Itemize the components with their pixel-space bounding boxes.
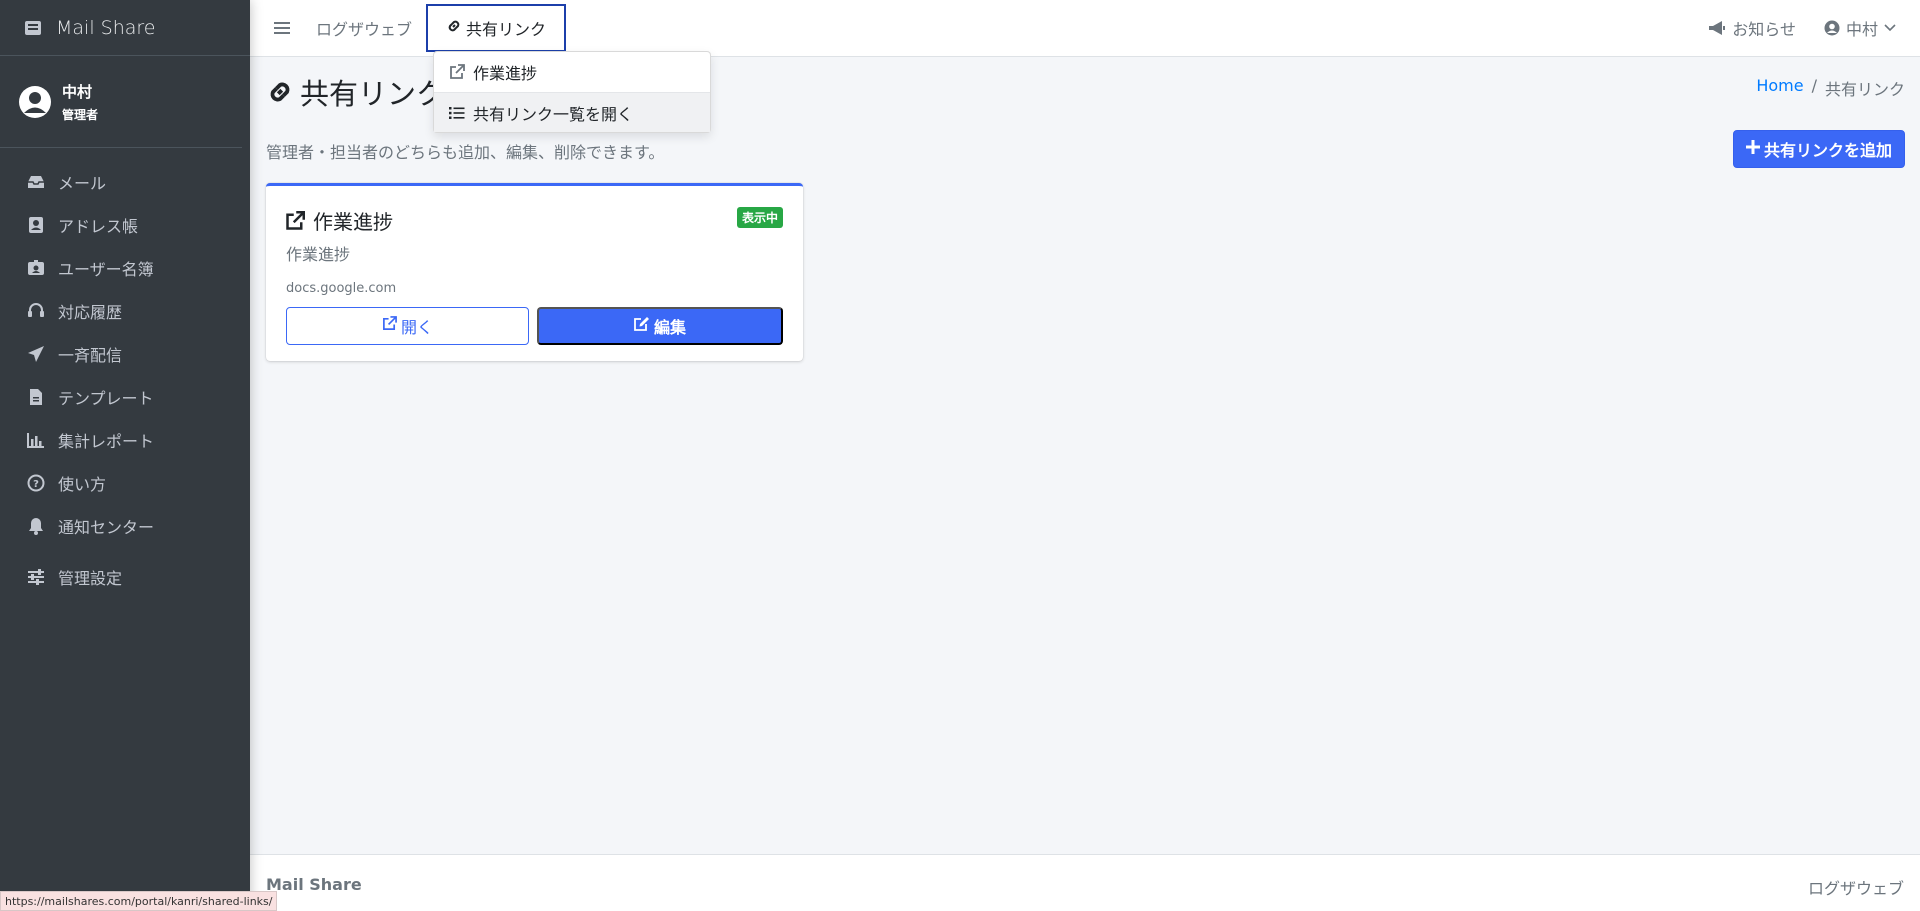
sidebar-item-label: 管理設定: [58, 568, 123, 588]
sidebar-item-label: 一斉配信: [58, 345, 123, 365]
nav-link-label: 共有リンク: [466, 20, 547, 39]
question-circle-icon: ?: [26, 473, 46, 493]
bell-icon: [26, 516, 46, 536]
sidebar-item-howto[interactable]: ? 使い方: [0, 461, 250, 504]
topbar: ログザウェブ 共有リンク お知らせ 中村: [250, 0, 1920, 57]
sidebar-item-address-book[interactable]: アドレス帳: [0, 203, 250, 246]
sidebar: Mail Share 中村 管理者 メール アドレス帳 ユーザー名簿 対応履歴: [0, 0, 250, 911]
sidebar-item-label: 通知センター: [58, 517, 155, 537]
footer-link[interactable]: ログザウェブ: [1808, 875, 1904, 899]
user-circle-icon: [1824, 20, 1840, 36]
card-url: docs.google.com: [286, 281, 397, 296]
card-subtitle: 作業進捗: [286, 245, 351, 264]
breadcrumb-current: 共有リンク: [1824, 80, 1905, 99]
card-title-text: 作業進捗: [313, 210, 393, 234]
user-role: 管理者: [62, 107, 99, 122]
paper-plane-icon: [26, 344, 46, 364]
breadcrumb: Home / 共有リンク: [1756, 76, 1905, 100]
add-button-label: 共有リンクを追加: [1763, 143, 1892, 160]
plus-icon: [1745, 139, 1760, 159]
page-description: 管理者・担当者のどちらも追加、編集、削除できます。: [266, 143, 665, 162]
sliders-icon: [26, 567, 46, 587]
nav-link-logtheweb[interactable]: ログザウェブ: [302, 16, 426, 40]
card-title: 作業進捗: [285, 206, 393, 235]
footer-brand: Mail Share: [266, 875, 362, 894]
breadcrumb-home[interactable]: Home: [1756, 76, 1803, 100]
sidebar-item-label: 使い方: [58, 474, 107, 494]
user-circle-icon: [18, 85, 52, 119]
file-icon: [26, 387, 46, 407]
external-link-icon: [285, 210, 305, 231]
user-panel[interactable]: 中村 管理者: [0, 56, 242, 148]
sidebar-item-report[interactable]: 集計レポート: [0, 418, 250, 461]
sidebar-item-history[interactable]: 対応履歴: [0, 289, 250, 332]
link-icon: [266, 78, 294, 106]
external-link-icon: [449, 64, 465, 80]
user-menu[interactable]: 中村: [1824, 16, 1896, 40]
id-badge-icon: [26, 258, 46, 278]
brand-name: Mail Share: [56, 16, 156, 39]
mail-box-icon: [22, 17, 44, 39]
page-title: 共有リンク: [266, 71, 445, 113]
headset-icon: [26, 301, 46, 321]
inbox-icon: [26, 172, 46, 192]
sidebar-item-label: ユーザー名簿: [58, 259, 154, 279]
dropdown-item-open-list[interactable]: 共有リンク一覧を開く: [434, 92, 710, 132]
external-link-icon: [382, 316, 397, 336]
sidebar-item-label: 対応履歴: [58, 302, 123, 322]
edit-icon: [634, 316, 650, 336]
sidebar-item-broadcast[interactable]: 一斉配信: [0, 332, 250, 375]
sidebar-item-label: アドレス帳: [58, 216, 139, 236]
status-bar-url: https://mailshares.com/portal/kanri/shar…: [0, 891, 278, 911]
sidebar-item-admin-settings[interactable]: 管理設定: [0, 555, 250, 598]
footer: Mail Share ログザウェブ: [250, 854, 1920, 911]
dropdown-item-label: 作業進捗: [473, 64, 538, 83]
status-badge: 表示中: [736, 207, 783, 228]
edit-link-button[interactable]: 編集: [537, 307, 783, 345]
chart-bar-icon: [26, 430, 46, 450]
hamburger-menu-icon[interactable]: [262, 21, 302, 35]
main-content: 共有リンク Home / 共有リンク 管理者・担当者のどちらも追加、編集、削除で…: [250, 57, 1920, 854]
svg-text:?: ?: [33, 479, 39, 490]
user-menu-label: 中村: [1845, 20, 1878, 39]
nav-link-shared-links[interactable]: 共有リンク: [426, 4, 567, 52]
chevron-down-icon: [1884, 24, 1896, 32]
list-icon: [449, 106, 465, 120]
sidebar-item-label: メール: [58, 173, 107, 193]
megaphone-icon: [1708, 20, 1726, 36]
user-name: 中村: [62, 82, 93, 101]
open-link-button[interactable]: 開く: [286, 307, 529, 345]
dropdown-item-label: 共有リンク一覧を開く: [473, 104, 634, 124]
dropdown-item-progress[interactable]: 作業進捗: [434, 52, 710, 92]
sidebar-item-template[interactable]: テンプレート: [0, 375, 250, 418]
add-shared-link-button[interactable]: 共有リンクを追加: [1732, 130, 1905, 168]
sidebar-item-label: 集計レポート: [58, 431, 155, 451]
shared-links-dropdown: 作業進捗 共有リンク一覧を開く: [433, 51, 711, 133]
address-book-icon: [26, 215, 46, 235]
sidebar-item-user-roster[interactable]: ユーザー名簿: [0, 246, 250, 289]
sidebar-item-label: テンプレート: [58, 388, 154, 408]
edit-button-label: 編集: [653, 320, 686, 337]
notice-button[interactable]: お知らせ: [1708, 16, 1796, 40]
link-icon: [446, 18, 462, 38]
breadcrumb-separator: /: [1811, 76, 1817, 95]
sidebar-nav: メール アドレス帳 ユーザー名簿 対応履歴 一斉配信 テンプレート 集計レポート…: [0, 148, 250, 598]
open-button-label: 開く: [400, 320, 433, 337]
sidebar-item-mail[interactable]: メール: [0, 160, 250, 203]
brand[interactable]: Mail Share: [0, 0, 250, 56]
top-right-menu: お知らせ 中村: [1708, 16, 1896, 40]
notice-label: お知らせ: [1732, 20, 1796, 39]
page-title-text: 共有リンク: [300, 77, 446, 111]
sidebar-item-notification-center[interactable]: 通知センター: [0, 504, 250, 547]
shared-link-card: 作業進捗 表示中 作業進捗 docs.google.com 開く 編集: [266, 183, 803, 361]
